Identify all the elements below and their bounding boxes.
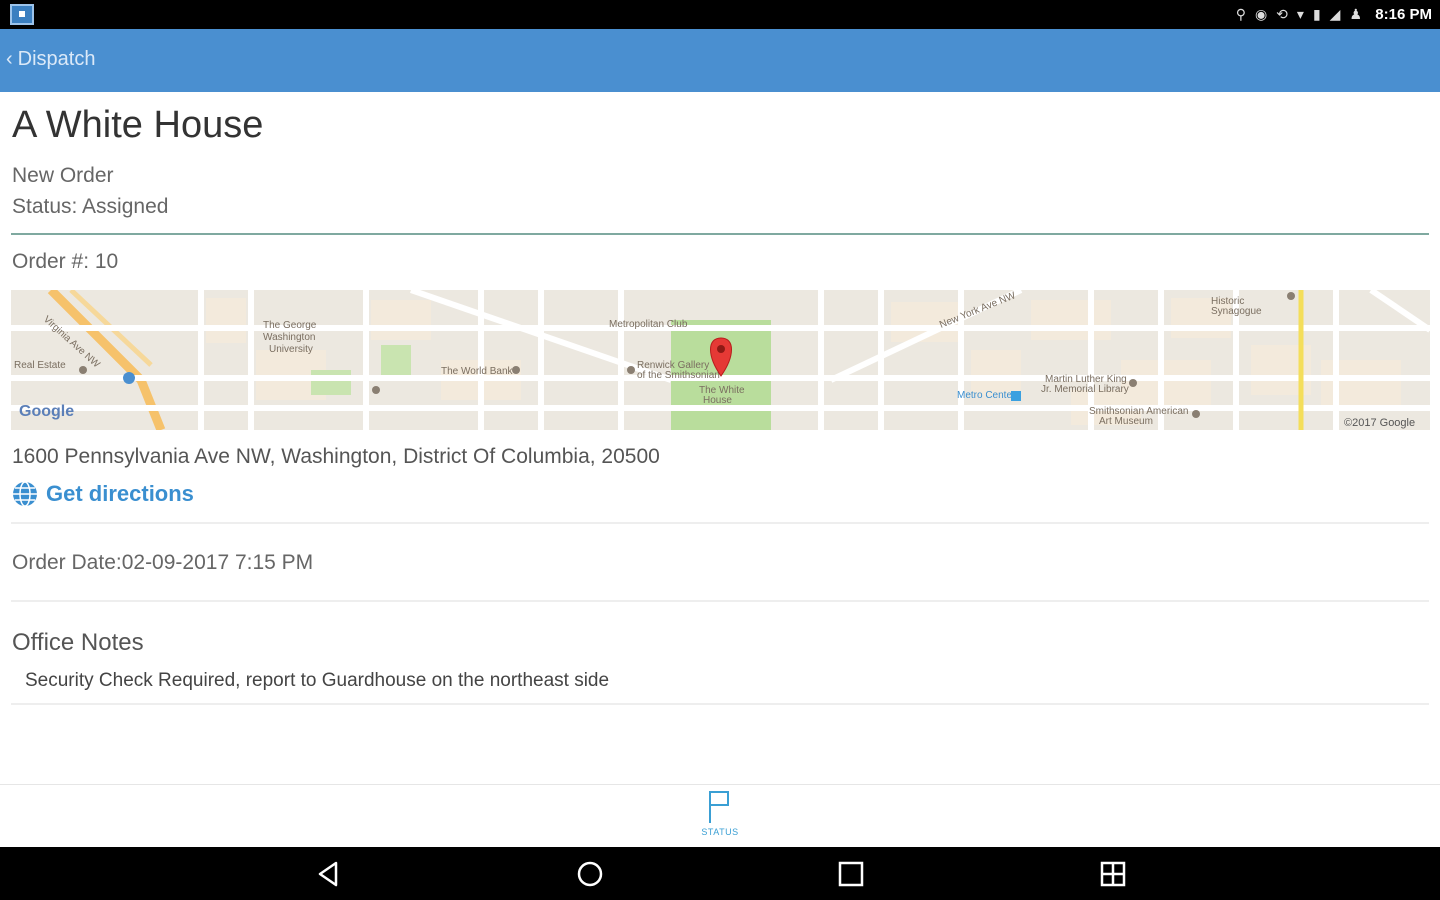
system-navigation-bar (0, 847, 1440, 900)
location-icon: ⚲ (1235, 6, 1246, 22)
svg-text:Synagogue: Synagogue (1211, 306, 1262, 317)
back-label: Dispatch (17, 48, 96, 70)
svg-text:The World Bank: The World Bank (441, 366, 514, 377)
svg-text:Art Museum: Art Museum (1099, 416, 1153, 427)
get-directions-label: Get directions (46, 481, 194, 506)
flag-icon (709, 791, 729, 823)
svg-text:of the Smithsonian: of the Smithsonian (637, 370, 720, 381)
order-number: Order #: 10 (12, 250, 119, 273)
svg-text:Jr. Memorial Library: Jr. Memorial Library (1041, 384, 1129, 395)
account-icon: ♟ (1349, 6, 1362, 22)
svg-text:Washington: Washington (263, 332, 315, 343)
map-copyright: ©2017 Google (1344, 417, 1415, 429)
divider (11, 600, 1429, 602)
office-notes-title: Office Notes (12, 629, 144, 656)
tab-status-label: STATUS (701, 827, 739, 837)
app-bar: ‹ Dispatch (0, 29, 1440, 92)
order-address: 1600 Pennsylvania Ave NW, Washington, Di… (12, 445, 660, 468)
multi-window-nav-icon[interactable] (1098, 859, 1128, 889)
svg-text:University: University (269, 344, 313, 355)
order-type: New Order (12, 164, 114, 187)
location-map[interactable]: The George Washington University The Wor… (11, 290, 1430, 430)
signal-icon: ◢ (1329, 6, 1341, 22)
header-divider (11, 233, 1429, 235)
system-status-bar: ⚲ ◉ ⟲ ▾ ▮ ◢ ♟ 8:16 PM (0, 0, 1440, 29)
svg-text:Metro Center: Metro Center (957, 390, 1016, 401)
home-nav-icon[interactable] (575, 859, 605, 889)
map-google-logo: Google (19, 403, 74, 420)
globe-icon (13, 481, 37, 507)
get-directions-link[interactable]: Get directions (12, 481, 194, 507)
chevron-left-icon: ‹ (6, 48, 13, 70)
svg-text:Metropolitan Club: Metropolitan Club (609, 319, 688, 330)
svg-text:House: House (703, 395, 732, 406)
wifi-icon: ▾ (1296, 6, 1304, 22)
divider (11, 522, 1429, 524)
svg-text:The George: The George (263, 320, 317, 331)
order-title: A White House (12, 104, 264, 146)
recents-nav-icon[interactable] (836, 859, 866, 889)
bottom-tab-bar: STATUS (0, 784, 1440, 848)
app-notification-icon (10, 4, 34, 25)
order-date: Order Date:02-09-2017 7:15 PM (12, 551, 314, 574)
battery-saver-icon: ▮ (1312, 6, 1321, 22)
back-nav-icon[interactable] (314, 859, 344, 889)
order-status: Status: Assigned (12, 195, 169, 218)
status-time: 8:16 PM (1375, 6, 1432, 23)
divider (11, 703, 1429, 705)
system-icons: ⚲ ◉ ⟲ ▾ ▮ ◢ ♟ (1236, 6, 1362, 23)
back-button[interactable]: ‹ Dispatch (6, 48, 95, 71)
sync-icon: ⟲ (1276, 6, 1288, 22)
alarm-icon: ◉ (1254, 6, 1268, 22)
svg-text:Real Estate: Real Estate (14, 360, 66, 371)
tab-status[interactable]: STATUS (690, 789, 750, 845)
office-notes-body: Security Check Required, report to Guard… (25, 670, 610, 691)
